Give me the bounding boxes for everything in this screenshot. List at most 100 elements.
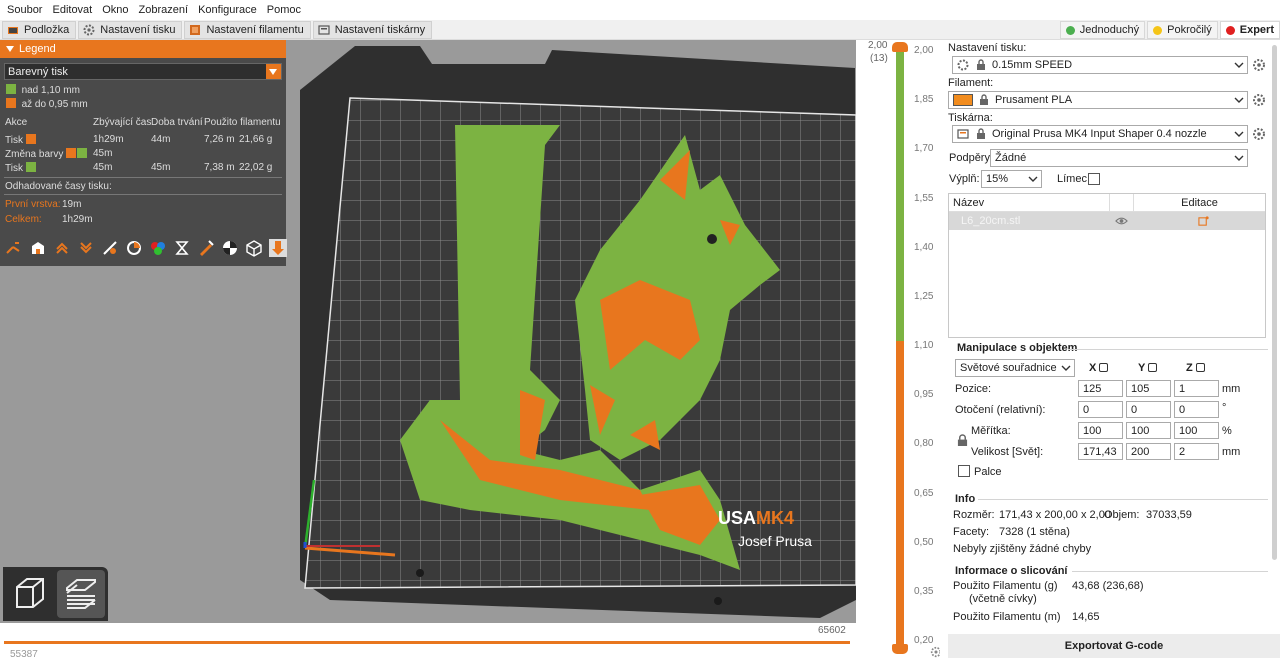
chevron-down-icon (1234, 97, 1244, 103)
printer-combo[interactable]: Original Prusa MK4 Input Shaper 0.4 nozz… (952, 125, 1248, 143)
horizontal-slider[interactable] (4, 641, 850, 644)
chevron-down-icon (266, 64, 281, 79)
sidebar-scrollbar[interactable] (1272, 45, 1277, 560)
custom-gcodes-icon[interactable] (197, 239, 215, 257)
divider (978, 499, 1268, 500)
view-type-select[interactable]: Barevný tisk (4, 63, 282, 80)
mode-label: Expert (1239, 24, 1274, 36)
filament-edit-icon[interactable] (1252, 93, 1266, 107)
size-y-input[interactable]: 200 (1126, 443, 1171, 460)
filament-value: Prusament PLA (995, 94, 1073, 106)
menu-okno[interactable]: Okno (99, 4, 135, 16)
center-of-gravity-icon[interactable] (221, 239, 239, 257)
deretractions-icon[interactable] (77, 239, 95, 257)
chevron-down-icon (1234, 62, 1244, 68)
travel-icon[interactable] (5, 239, 23, 257)
axis-y-text: Y (1138, 362, 1146, 374)
gear-icon (83, 24, 95, 35)
position-label: Pozice: (955, 383, 992, 395)
seams-icon[interactable] (101, 239, 119, 257)
tool-changes-icon[interactable] (125, 239, 143, 257)
shells-icon[interactable] (245, 239, 263, 257)
mode-simple[interactable]: Jednoduchý (1059, 21, 1146, 39)
position-y-input[interactable]: 105 (1126, 380, 1171, 397)
wipe-icon[interactable] (29, 239, 47, 257)
print-settings-combo[interactable]: 0.15mm SPEED (952, 56, 1248, 74)
menu-soubor[interactable]: Soubor (4, 4, 49, 16)
color-changes-icon[interactable] (149, 239, 167, 257)
layer-slider-area: 2,00 (13) 2,00 1,85 1,70 1,55 1,40 1,25 1,10 0,… (856, 40, 942, 658)
rotation-z-input[interactable]: 0 (1174, 401, 1219, 418)
brim-checkbox[interactable] (1088, 173, 1100, 185)
retractions-icon[interactable] (53, 239, 71, 257)
legend-toolbar (5, 239, 293, 257)
tab-plater[interactable]: Podložka (2, 20, 77, 39)
tab-filament-settings[interactable]: Nastavení filamentu (184, 20, 311, 39)
position-x-input[interactable]: 125 (1078, 380, 1123, 397)
axis-x-label: X (1089, 362, 1109, 374)
edit-object-icon[interactable] (1198, 215, 1209, 227)
filament-combo[interactable]: Prusament PLA (948, 91, 1248, 109)
tool-marker-icon (272, 241, 284, 255)
filament-color-swatch[interactable] (953, 94, 973, 106)
legend-header[interactable]: Legend (0, 40, 286, 58)
layer-range-lower (896, 341, 904, 644)
scale-x-input[interactable]: 100 (1078, 422, 1123, 439)
row-duration: 45m (151, 162, 171, 173)
size-x-input[interactable]: 171,43 (1078, 443, 1123, 460)
h-slider-right-value: 65602 (818, 625, 846, 636)
filament-label: Filament: (948, 77, 994, 89)
menu-pomoc[interactable]: Pomoc (264, 4, 308, 16)
range-label: nad 1,10 mm (21, 85, 80, 96)
export-gcode-button[interactable]: Exportovat G-code (948, 634, 1280, 658)
chevron-down-icon (1028, 176, 1038, 182)
menu-zobrazeni[interactable]: Zobrazení (136, 4, 196, 16)
collapse-icon (6, 46, 14, 52)
preview-view-button[interactable] (57, 570, 105, 618)
rotation-y-input[interactable]: 0 (1126, 401, 1171, 418)
rotation-x-input[interactable]: 0 (1078, 401, 1123, 418)
mode-advanced[interactable]: Pokročilý (1147, 21, 1218, 39)
size-z-input[interactable]: 2 (1174, 443, 1219, 460)
col-duration: Doba trvání (151, 117, 203, 128)
pause-prints-icon[interactable] (173, 239, 191, 257)
infill-combo[interactable]: 15% (981, 170, 1042, 188)
mode-label: Pokročilý (1167, 24, 1212, 36)
bed-icon (8, 26, 18, 34)
slice-info-title: Informace o slicování (955, 565, 1068, 577)
mode-expert[interactable]: Expert (1219, 21, 1280, 39)
print-settings-edit-icon[interactable] (1252, 58, 1266, 72)
supports-combo[interactable]: Žádné (990, 149, 1248, 167)
position-z-input[interactable]: 1 (1174, 380, 1219, 397)
spool-icon (190, 24, 201, 35)
inches-checkbox[interactable] (958, 465, 970, 477)
upper-thumb[interactable] (892, 42, 908, 52)
row-length: 7,38 m (204, 162, 235, 173)
axis-y-label: Y (1138, 362, 1158, 374)
eye-icon[interactable] (1115, 216, 1128, 226)
row-length: 7,26 m (204, 134, 235, 145)
lock-icon (980, 94, 988, 105)
layer-slider-track[interactable] (896, 46, 904, 644)
chevron-down-icon (1234, 131, 1244, 137)
object-list: Název Editace L6_20cm.stl (948, 193, 1266, 338)
lock-scale-icon[interactable] (957, 434, 968, 447)
printer-edit-icon[interactable] (1252, 127, 1266, 141)
action-label: Tisk (5, 135, 23, 146)
name-column-header[interactable]: Název (949, 197, 1109, 209)
tab-printer-settings[interactable]: Nastavení tiskárny (312, 20, 433, 39)
tool-marker-button[interactable] (269, 239, 287, 257)
object-row[interactable]: L6_20cm.stl (949, 212, 1265, 230)
inches-label: Palce (974, 466, 1002, 478)
lower-thumb[interactable] (892, 644, 908, 654)
scale-z-input[interactable]: 100 (1174, 422, 1219, 439)
edit-column-header[interactable]: Editace (1133, 193, 1265, 212)
scale-y-input[interactable]: 100 (1126, 422, 1171, 439)
menu-konfigurace[interactable]: Konfigurace (195, 4, 264, 16)
menu-editovat[interactable]: Editovat (49, 4, 99, 16)
3d-view-icon[interactable] (9, 573, 49, 613)
mode-dot (1065, 25, 1075, 35)
tab-print-settings[interactable]: Nastavení tisku (78, 20, 183, 39)
printer-icon (957, 129, 969, 139)
coord-system-combo[interactable]: Světové souřadnice (955, 359, 1075, 377)
